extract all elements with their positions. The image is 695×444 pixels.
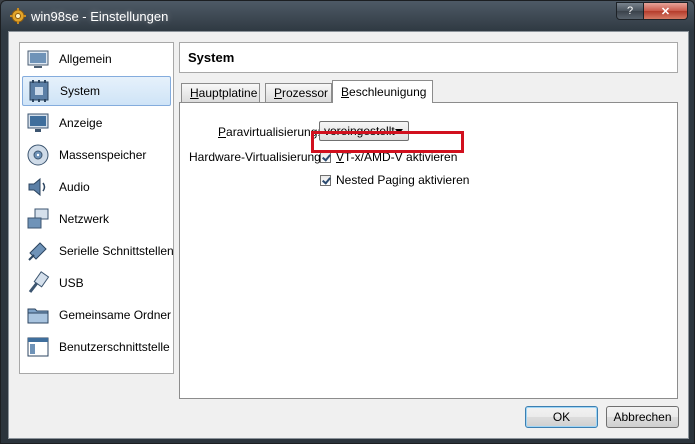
sidebar-item-label: Massenspeicher (59, 148, 147, 162)
label-text: Nested Pa (336, 173, 393, 187)
general-icon (27, 50, 49, 68)
system-icon (29, 80, 49, 102)
sidebar-item-label: Serielle Schnittstellen (59, 244, 174, 258)
paravirtualization-label: Paravirtualisierung: (218, 125, 321, 139)
label-text: ing aktivieren (398, 173, 470, 187)
sidebar-item-massenspeicher[interactable]: Massenspeicher (22, 140, 171, 170)
sidebar-item-netzwerk[interactable]: Netzwerk (22, 204, 171, 234)
serial-ports-icon (28, 242, 47, 261)
sidebar-item-benutzerschnittstelle[interactable]: Benutzerschnittstelle (22, 332, 171, 362)
tab-mnemonic: B (341, 85, 350, 99)
vtx-highlight-annotation (311, 131, 464, 153)
nested-paging-checkbox-row[interactable]: Nested Paging aktivieren (320, 173, 469, 187)
settings-page: System Hauptplatine Prozessor Beschleuni… (179, 42, 678, 399)
sidebar-item-label: Anzeige (59, 116, 103, 130)
sidebar-item-system[interactable]: System (22, 76, 171, 106)
tab-mnemonic: H (190, 86, 199, 100)
settings-category-list: Allgemein System Anzeige Massenspeicher … (19, 42, 174, 374)
close-icon: ✕ (660, 5, 671, 18)
tab-label: auptplatine (198, 86, 258, 100)
sidebar-item-label: Audio (59, 180, 90, 194)
sidebar-item-usb[interactable]: USB (22, 268, 171, 298)
nested-paging-checkbox[interactable] (320, 174, 331, 186)
tab-mnemonic: P (274, 86, 283, 100)
ok-button[interactable]: OK (525, 406, 598, 428)
vtx-checkbox[interactable] (320, 151, 331, 163)
label-text: aravirtualisierung: (226, 125, 321, 139)
close-button[interactable]: ✕ (644, 2, 688, 20)
tab-label: rozessor (282, 86, 329, 100)
sidebar-item-gemeinsame-ordner[interactable]: Gemeinsame Ordner (22, 300, 171, 330)
user-interface-icon (27, 337, 49, 357)
sidebar-item-audio[interactable]: Audio (22, 172, 171, 202)
storage-icon (27, 144, 49, 166)
help-label: ? (626, 5, 634, 17)
sidebar-item-label: Allgemein (59, 52, 112, 66)
usb-icon (28, 271, 50, 293)
nested-paging-label: Nested Paging aktivieren (336, 173, 469, 187)
title-bar[interactable]: win98se - Einstellungen ? ✕ (1, 1, 694, 31)
sidebar-item-label: Netzwerk (59, 212, 110, 226)
virtualbox-gear-icon (10, 8, 26, 24)
page-header: System (179, 42, 678, 73)
sidebar-item-anzeige[interactable]: Anzeige (22, 108, 171, 138)
hardware-virtualization-label: Hardware-Virtualisierung: (189, 150, 325, 164)
tab-bar: Hauptplatine Prozessor Beschleunigung (179, 80, 678, 103)
page-title: System (188, 50, 235, 65)
help-button[interactable]: ? (616, 2, 644, 20)
sidebar-item-label: USB (59, 276, 84, 290)
tab-hauptplatine[interactable]: Hauptplatine (181, 83, 260, 102)
window-title: win98se - Einstellungen (31, 9, 169, 24)
ok-label: OK (552, 410, 571, 424)
tab-label: eschleunigung (349, 85, 427, 99)
sidebar-item-allgemein[interactable]: Allgemein (22, 44, 171, 74)
shared-folders-icon (27, 308, 49, 324)
dialog-body: Allgemein System Anzeige Massenspeicher … (8, 31, 689, 439)
label-mnemonic: P (218, 125, 227, 139)
sidebar-item-label: Gemeinsame Ordner (59, 308, 172, 322)
audio-icon (28, 177, 46, 197)
sidebar-item-label: Benutzerschnittstelle (59, 340, 170, 354)
sidebar-item-serielle-schnittstellen[interactable]: Serielle Schnittstellen (22, 236, 174, 266)
tab-prozessor[interactable]: Prozessor (265, 83, 332, 102)
tab-beschleunigung[interactable]: Beschleunigung (332, 80, 433, 103)
cancel-button[interactable]: Abbrechen (606, 406, 679, 428)
network-icon (27, 208, 49, 229)
sidebar-item-label: System (60, 84, 101, 98)
display-icon (27, 113, 49, 132)
settings-window: win98se - Einstellungen ? ✕ Allgemein Sy… (0, 0, 695, 444)
cancel-label: Abbrechen (613, 410, 672, 424)
caption-buttons: ? ✕ (616, 2, 688, 20)
label-mnemonic: g (392, 173, 399, 187)
